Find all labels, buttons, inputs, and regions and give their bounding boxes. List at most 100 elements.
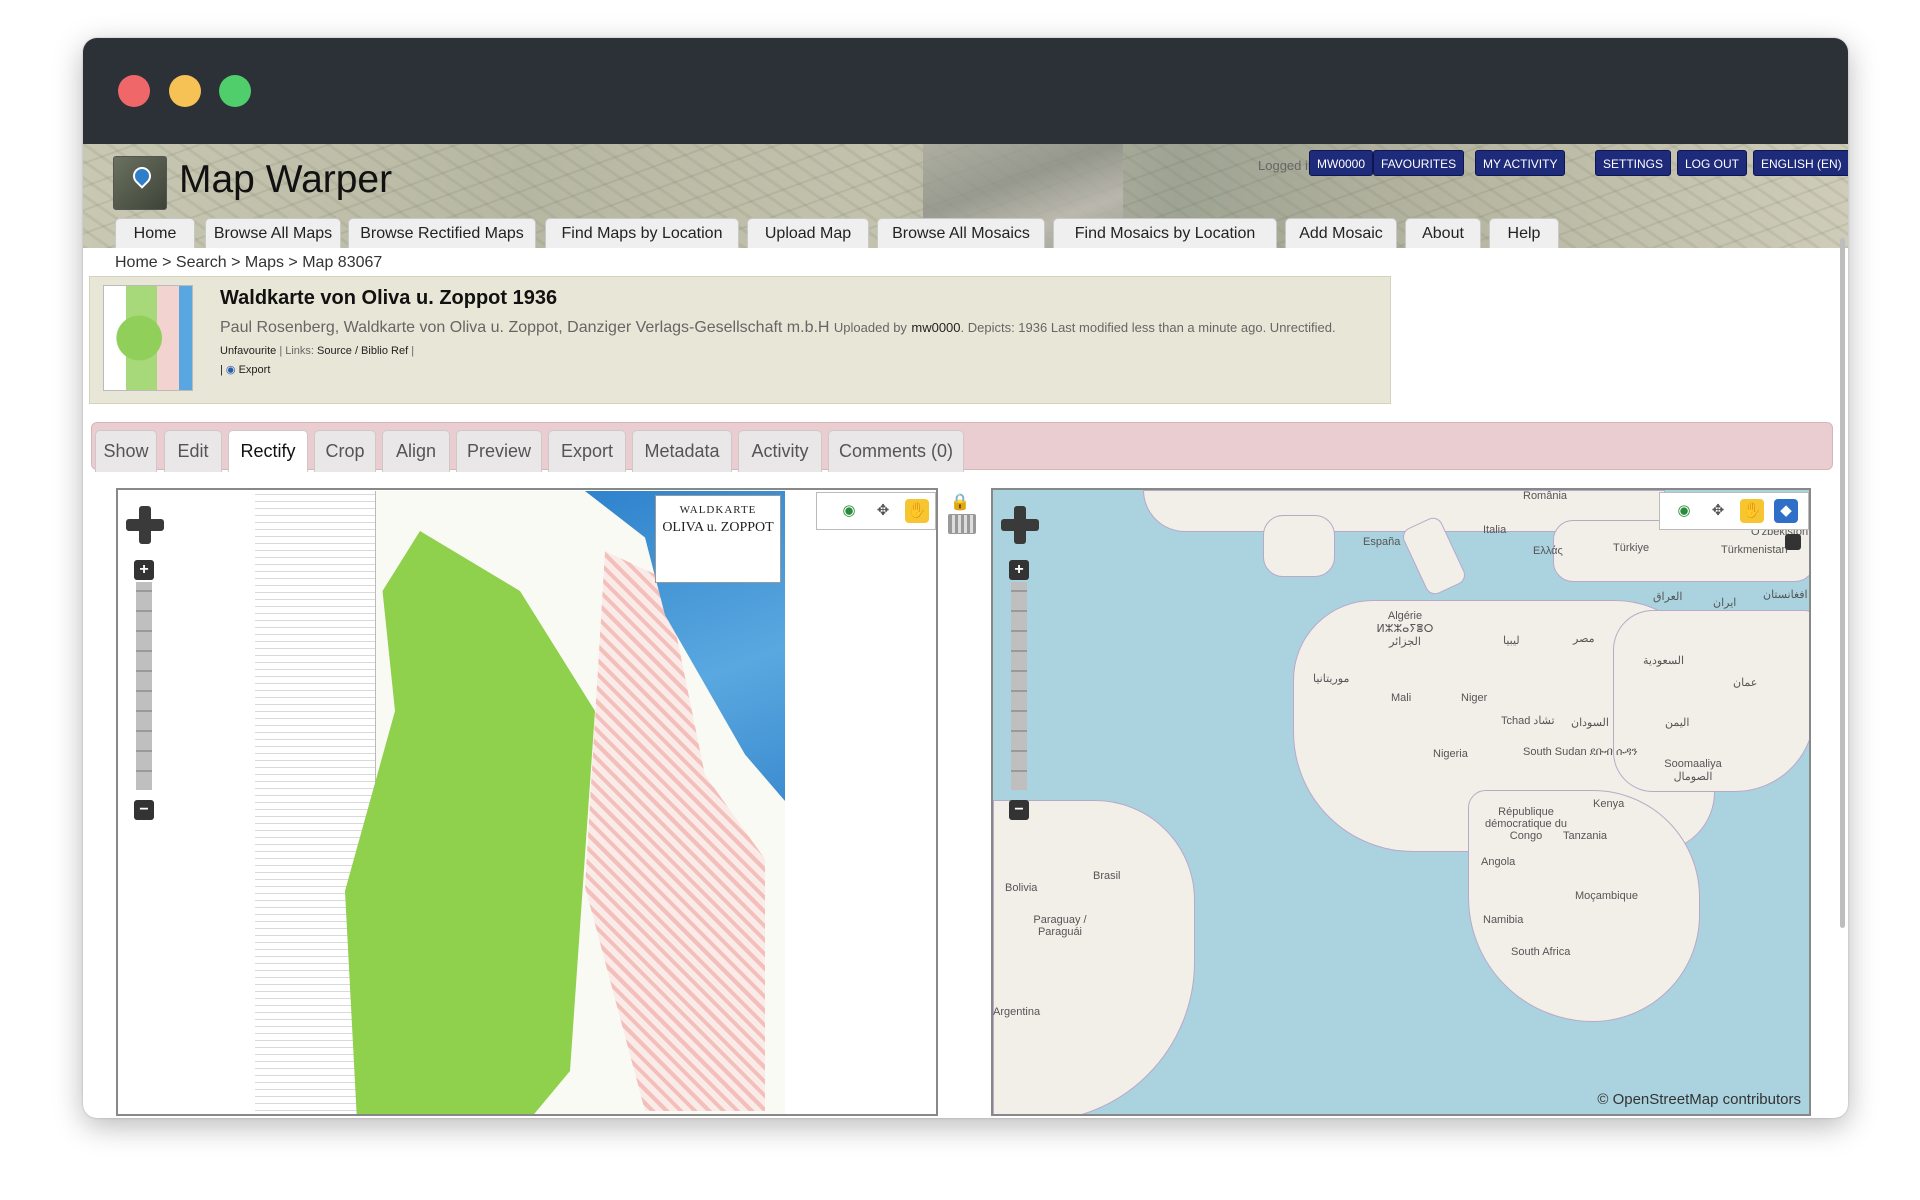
- pan-control-icon[interactable]: [1001, 506, 1039, 544]
- map-label: South Sudan ደቡብ ሱዳን: [1523, 746, 1638, 758]
- map-label: Türkmenistan: [1721, 544, 1788, 556]
- map-links: Unfavourite | Links: Source / Biblio Ref…: [220, 345, 414, 357]
- map-label: Tanzania: [1563, 830, 1608, 842]
- map-info-box: Waldkarte von Oliva u. Zoppot 1936 Paul …: [89, 276, 1391, 404]
- map-description: Paul Rosenberg, Waldkarte von Oliva u. Z…: [220, 319, 1336, 337]
- tab-comments[interactable]: Comments (0): [828, 430, 964, 472]
- map-label: السعودية: [1643, 655, 1685, 667]
- map-label: افغانستان: [1763, 589, 1808, 601]
- zoom-in-button[interactable]: +: [134, 560, 154, 580]
- reference-map-toolbar: ◉ ✥ ✋ ◆: [1659, 492, 1809, 530]
- nav-home[interactable]: Home: [115, 218, 195, 248]
- layers-icon[interactable]: ◆: [1774, 499, 1798, 523]
- map-label: Nigeria: [1433, 748, 1468, 760]
- minimize-window-button[interactable]: [169, 75, 201, 107]
- map-label: România: [1523, 490, 1568, 502]
- nav-help[interactable]: Help: [1489, 218, 1559, 248]
- map-label: Paraguay / Paraguái: [1033, 914, 1087, 938]
- nav-find-maps-by-location[interactable]: Find Maps by Location: [545, 218, 739, 248]
- map-label: Türkiye: [1613, 542, 1650, 554]
- move-control-point-icon[interactable]: ✥: [871, 499, 895, 523]
- map-label: موريتانيا: [1313, 673, 1350, 685]
- uploader-link[interactable]: mw0000: [911, 320, 960, 335]
- source-biblio-link[interactable]: Source / Biblio Ref: [317, 345, 408, 357]
- tab-show[interactable]: Show: [95, 430, 157, 472]
- map-label: Argentina: [993, 1006, 1041, 1018]
- my-activity-button[interactable]: MY ACTIVITY: [1475, 150, 1566, 176]
- cartouche-line-1: WALDKARTE: [679, 504, 757, 516]
- links-label: | Links:: [276, 345, 318, 357]
- map-label: Ελλάς: [1533, 545, 1563, 557]
- breadcrumb-maps[interactable]: Maps: [245, 254, 284, 271]
- breadcrumb-search[interactable]: Search: [176, 254, 227, 271]
- zoom-out-button[interactable]: −: [1009, 800, 1029, 820]
- cartouche-line-2: OLIVA u. ZOPPOT: [662, 520, 774, 535]
- page-scrollbar[interactable]: [1840, 238, 1845, 928]
- map-title: Waldkarte von Oliva u. Zoppot 1936: [220, 287, 558, 309]
- pan-control-icon[interactable]: [126, 506, 164, 544]
- breadcrumb-home[interactable]: Home: [115, 254, 158, 271]
- map-description-text: Paul Rosenberg, Waldkarte von Oliva u. Z…: [220, 319, 830, 336]
- source-map-toolbar: ◉ ✥ ✋: [816, 492, 936, 530]
- map-label: Niger: [1461, 692, 1488, 704]
- map-label: ليبيا: [1503, 635, 1520, 647]
- tab-activity[interactable]: Activity: [738, 430, 822, 472]
- reference-map-viewer[interactable]: România Italia España Ελλάς Türkiye O'zb…: [991, 488, 1811, 1116]
- tab-crop[interactable]: Crop: [314, 430, 376, 472]
- maximize-window-button[interactable]: [219, 75, 251, 107]
- map-label: Bolivia: [1005, 882, 1038, 894]
- zoom-out-button[interactable]: −: [134, 800, 154, 820]
- breadcrumb-separator: >: [157, 254, 176, 271]
- site-header: Map Warper Logged in as: MW0000 FAVOURIT…: [83, 144, 1848, 248]
- lock-icon[interactable]: 🔒: [950, 492, 970, 512]
- tab-export[interactable]: Export: [548, 430, 626, 472]
- nav-add-mosaic[interactable]: Add Mosaic: [1285, 218, 1397, 248]
- map-details: . Depicts: 1936 Last modified less than …: [960, 320, 1336, 335]
- map-tab-bar: Show Edit Rectify Crop Align Preview Exp…: [91, 422, 1833, 472]
- pan-hand-icon[interactable]: ✋: [905, 499, 929, 523]
- source-map-viewer[interactable]: WALDKARTE OLIVA u. ZOPPOT + − ◉ ✥ ✋: [116, 488, 938, 1116]
- tab-align[interactable]: Align: [382, 430, 450, 472]
- tab-rectify[interactable]: Rectify: [228, 430, 308, 472]
- move-control-point-icon[interactable]: ✥: [1706, 499, 1730, 523]
- tab-edit[interactable]: Edit: [164, 430, 222, 472]
- map-thumbnail[interactable]: [103, 285, 193, 391]
- site-title[interactable]: Map Warper: [179, 158, 392, 202]
- pan-hand-icon[interactable]: ✋: [1740, 499, 1764, 523]
- map-label: Mali: [1391, 692, 1412, 704]
- map-label: ایران: [1713, 597, 1737, 609]
- export-icon: ◉: [225, 364, 236, 376]
- language-button[interactable]: ENGLISH (EN): [1753, 150, 1848, 176]
- map-label: اليمن: [1665, 717, 1690, 729]
- log-out-button[interactable]: LOG OUT: [1677, 150, 1748, 176]
- unfavourite-link[interactable]: Unfavourite: [220, 345, 276, 357]
- keyboard-icon[interactable]: [948, 514, 976, 534]
- nav-upload-map[interactable]: Upload Map: [747, 218, 869, 248]
- close-window-button[interactable]: [118, 75, 150, 107]
- map-label: Soomaaliya الصومال: [1664, 758, 1722, 783]
- map-warper-logo-icon[interactable]: [113, 156, 167, 210]
- nav-about[interactable]: About: [1405, 218, 1481, 248]
- favourites-button[interactable]: FAVOURITES: [1373, 150, 1465, 176]
- map-attribution[interactable]: © OpenStreetMap contributors: [1597, 1091, 1801, 1108]
- zoom-slider[interactable]: [1011, 582, 1027, 790]
- user-button[interactable]: MW0000: [1309, 150, 1374, 176]
- zoom-in-button[interactable]: +: [1009, 560, 1029, 580]
- add-control-point-icon[interactable]: ◉: [837, 499, 861, 523]
- nav-browse-all-mosaics[interactable]: Browse All Mosaics: [877, 218, 1045, 248]
- export-link[interactable]: Export: [239, 364, 271, 376]
- nav-browse-all-maps[interactable]: Browse All Maps: [205, 218, 341, 248]
- layer-switcher-icon[interactable]: [1785, 534, 1801, 550]
- zoom-slider[interactable]: [136, 582, 152, 790]
- nav-browse-rectified-maps[interactable]: Browse Rectified Maps: [348, 218, 536, 248]
- tab-metadata[interactable]: Metadata: [632, 430, 732, 472]
- nav-find-mosaics-by-location[interactable]: Find Mosaics by Location: [1053, 218, 1277, 248]
- links-end: |: [408, 345, 415, 357]
- settings-button[interactable]: SETTINGS: [1595, 150, 1672, 176]
- scanned-map-image[interactable]: WALDKARTE OLIVA u. ZOPPOT: [255, 491, 785, 1114]
- add-control-point-icon[interactable]: ◉: [1672, 499, 1696, 523]
- map-land-iberia: [1263, 515, 1335, 577]
- breadcrumb-separator: >: [226, 254, 245, 271]
- tab-preview[interactable]: Preview: [456, 430, 542, 472]
- browser-window: Map Warper Logged in as: MW0000 FAVOURIT…: [83, 38, 1848, 1118]
